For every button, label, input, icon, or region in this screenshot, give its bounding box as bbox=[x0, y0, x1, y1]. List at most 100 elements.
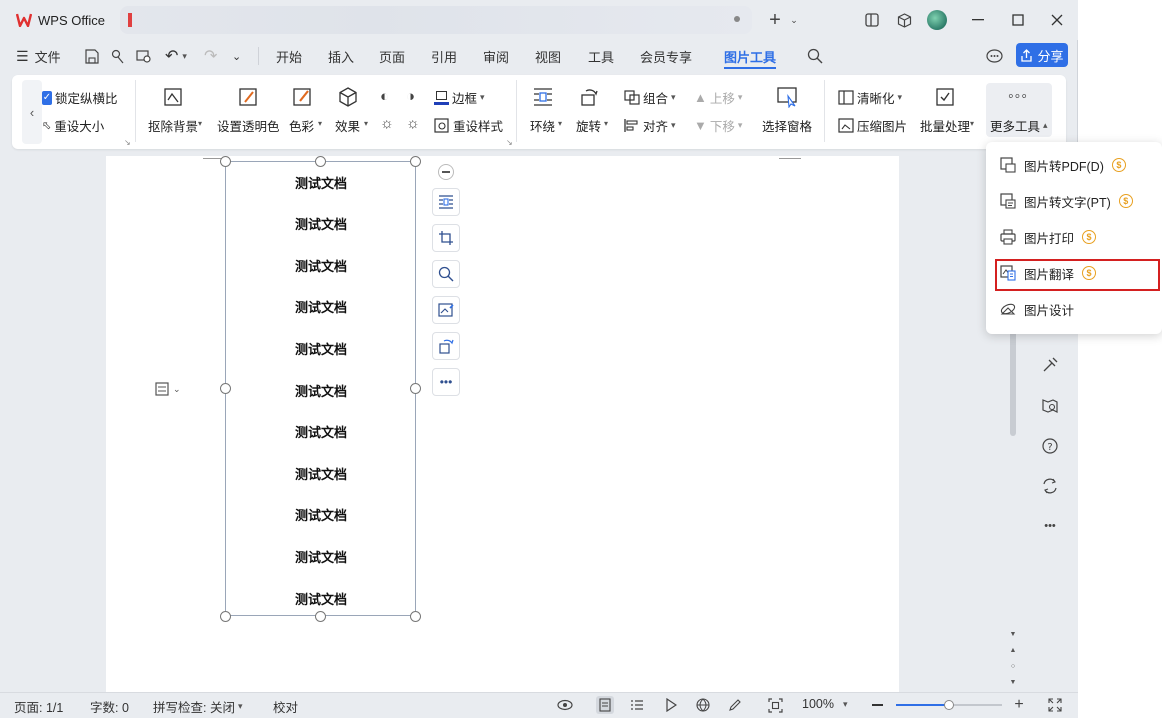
menu-view[interactable]: 视图 bbox=[535, 46, 561, 66]
ribbon-scroll-left-icon[interactable]: ‹ bbox=[22, 80, 42, 144]
collapse-toolbar-icon[interactable] bbox=[438, 164, 454, 180]
translate-icon[interactable] bbox=[1040, 476, 1060, 496]
word-count[interactable]: 字数: 0 bbox=[90, 697, 129, 716]
group-button[interactable]: 组合 ▾ bbox=[624, 88, 676, 107]
resize-handle[interactable] bbox=[220, 156, 231, 167]
pen-icon[interactable] bbox=[726, 696, 744, 714]
close-icon[interactable] bbox=[1049, 10, 1065, 30]
menu-review[interactable]: 审阅 bbox=[483, 46, 509, 66]
search-icon[interactable] bbox=[807, 46, 823, 66]
maximize-icon[interactable] bbox=[1010, 10, 1026, 30]
rail-more-icon[interactable]: ••• bbox=[1040, 516, 1060, 536]
zoom-out-icon[interactable] bbox=[868, 696, 886, 714]
wrap-chevron-icon[interactable]: ▾ bbox=[558, 119, 562, 128]
contrast-down-icon[interactable]: ◑ bbox=[406, 88, 415, 105]
effect-button[interactable]: 效果 bbox=[335, 86, 360, 135]
zoom-slider[interactable] bbox=[896, 700, 1002, 710]
float-crop-icon[interactable] bbox=[432, 224, 460, 252]
align-button[interactable]: 对齐 ▾ bbox=[624, 116, 676, 135]
size-group-launcher-icon[interactable]: ↘ bbox=[124, 138, 131, 147]
brightness-down-icon[interactable]: ☼ bbox=[406, 115, 420, 132]
menu-insert[interactable]: 插入 bbox=[328, 46, 354, 66]
dropdown-item-picture-design[interactable]: 图片设计 bbox=[1000, 298, 1074, 320]
page-nav-controls[interactable]: ▼ ▲ ○ ▼ bbox=[1009, 627, 1017, 691]
resize-handle[interactable] bbox=[410, 156, 421, 167]
color-chevron-icon[interactable]: ▾ bbox=[318, 119, 322, 128]
color-button[interactable]: 色彩 bbox=[289, 86, 314, 135]
zoom-level-dropdown[interactable]: 100% ▾ bbox=[802, 697, 848, 711]
zoom-in-icon[interactable]: + bbox=[1010, 696, 1028, 714]
eye-icon[interactable] bbox=[556, 696, 574, 714]
batch-process-button[interactable]: 批量处理 bbox=[920, 86, 970, 135]
float-wrap-icon[interactable] bbox=[432, 188, 460, 216]
reset-style-button[interactable]: 重设样式 bbox=[434, 116, 503, 135]
spell-check-toggle[interactable]: 拼写检查: 关闭 ▾ bbox=[153, 697, 242, 716]
undo-button[interactable]: ↶ ▾ bbox=[165, 46, 187, 66]
share-button[interactable]: 分享 bbox=[1016, 43, 1068, 67]
link-icon[interactable] bbox=[111, 46, 125, 66]
menu-start[interactable]: 开始 bbox=[276, 46, 302, 66]
help-icon[interactable]: ? bbox=[1040, 436, 1060, 456]
lock-ratio-checkbox[interactable]: ✓ 锁定纵横比 bbox=[42, 88, 118, 107]
selection-pane-button[interactable]: 选择窗格 bbox=[762, 86, 812, 135]
wrap-button[interactable]: 环绕 bbox=[530, 86, 555, 135]
fit-page-icon[interactable] bbox=[766, 696, 784, 714]
dropdown-item-picture-print[interactable]: 图片打印 $ bbox=[1000, 226, 1097, 248]
remove-background-chevron-icon[interactable]: ▾ bbox=[198, 119, 202, 128]
save-icon[interactable] bbox=[84, 46, 99, 66]
rotate-chevron-icon[interactable]: ▾ bbox=[604, 119, 608, 128]
reset-size-button[interactable]: ⬁ 重设大小 bbox=[42, 116, 104, 135]
rotate-button[interactable]: 旋转 bbox=[576, 86, 601, 135]
float-image-edit-icon[interactable] bbox=[432, 296, 460, 324]
float-zoom-icon[interactable] bbox=[432, 260, 460, 288]
border-button[interactable]: 边框 ▾ bbox=[434, 88, 485, 107]
zoom-slider-thumb[interactable] bbox=[944, 700, 954, 710]
resize-handle[interactable] bbox=[315, 156, 326, 167]
layout-icon[interactable] bbox=[862, 10, 882, 30]
effect-chevron-icon[interactable]: ▾ bbox=[364, 119, 368, 128]
quick-access-chevron-icon[interactable]: ⌄ bbox=[232, 46, 241, 66]
menu-page[interactable]: 页面 bbox=[379, 46, 405, 66]
picture-to-text-icon bbox=[1000, 193, 1016, 209]
menu-tools[interactable]: 工具 bbox=[588, 46, 614, 66]
compress-picture-button[interactable]: 压缩图片 bbox=[838, 116, 907, 135]
new-tab-menu-chevron-icon[interactable]: ⌄ bbox=[788, 10, 800, 30]
cube-icon[interactable] bbox=[894, 10, 914, 30]
resize-handle[interactable] bbox=[315, 611, 326, 622]
menu-picture-tools[interactable]: 图片工具 bbox=[724, 45, 777, 69]
web-view-icon[interactable] bbox=[694, 696, 712, 714]
proofread-button[interactable]: 校对 bbox=[273, 697, 298, 716]
style-group-launcher-icon[interactable]: ↘ bbox=[506, 138, 513, 147]
menu-member[interactable]: 会员专享 bbox=[640, 46, 692, 66]
file-menu[interactable]: ☰ 文件 bbox=[16, 46, 61, 66]
user-avatar[interactable] bbox=[927, 10, 947, 30]
float-rotate-icon[interactable] bbox=[432, 332, 460, 360]
minimize-icon[interactable] bbox=[970, 10, 986, 30]
chat-icon[interactable] bbox=[986, 46, 1003, 66]
dropdown-item-picture-to-pdf[interactable]: 图片转PDF(D) $ bbox=[1000, 154, 1126, 176]
page-view-icon[interactable] bbox=[596, 696, 614, 714]
contrast-up-icon[interactable]: ◐ bbox=[380, 88, 389, 105]
set-transparent-button[interactable]: 设置透明色 bbox=[217, 86, 280, 135]
batch-process-chevron-icon[interactable]: ▾ bbox=[970, 119, 974, 128]
fullscreen-icon[interactable] bbox=[1046, 696, 1064, 714]
outline-view-icon[interactable] bbox=[628, 696, 646, 714]
document-tab[interactable] bbox=[120, 6, 752, 34]
resize-handle[interactable] bbox=[410, 611, 421, 622]
menu-reference[interactable]: 引用 bbox=[431, 46, 457, 66]
layout-options-button[interactable]: ⌄ bbox=[155, 380, 191, 398]
new-tab-plus-icon[interactable]: + bbox=[764, 9, 786, 31]
sharpen-button[interactable]: 清晰化 ▾ bbox=[838, 88, 902, 107]
highlight-box bbox=[995, 259, 1160, 291]
remove-background-button[interactable]: 抠除背景 bbox=[148, 86, 198, 135]
page-count[interactable]: 页面: 1/1 bbox=[14, 697, 63, 716]
home-tab[interactable]: WPS Office bbox=[8, 6, 112, 34]
resize-handle[interactable] bbox=[220, 611, 231, 622]
map-search-icon[interactable] bbox=[1040, 396, 1060, 416]
play-icon[interactable] bbox=[662, 696, 680, 714]
dropdown-item-picture-to-text[interactable]: 图片转文字(PT) $ bbox=[1000, 190, 1133, 212]
print-preview-icon[interactable] bbox=[136, 46, 152, 66]
tools-icon[interactable] bbox=[1040, 355, 1060, 375]
float-more-icon[interactable]: ••• bbox=[432, 368, 460, 396]
brightness-up-icon[interactable]: ☼ bbox=[380, 115, 394, 132]
